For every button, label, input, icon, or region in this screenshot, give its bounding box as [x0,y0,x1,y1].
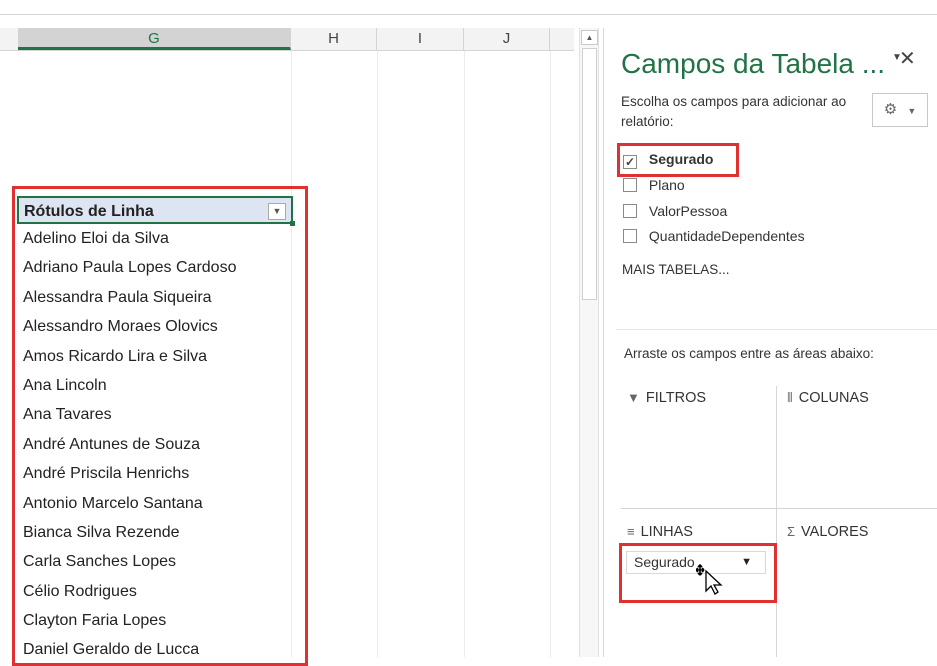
pivot-row[interactable]: Ana Lincoln [17,371,293,400]
column-header-i[interactable]: I [377,28,464,50]
checkbox-icon[interactable] [623,229,637,243]
pivot-row[interactable]: Amos Ricardo Lira e Silva [17,342,293,371]
area-values[interactable]: Σ VALORES [787,524,868,540]
pivot-row[interactable]: Alessandro Moraes Olovics [17,312,293,341]
pivot-row[interactable]: Clayton Faria Lopes [17,606,293,635]
column-header-h[interactable]: H [291,28,377,50]
column-header-g[interactable]: G [18,28,291,50]
pivot-row[interactable]: Alessandra Paula Siqueira [17,283,293,312]
more-tables-link[interactable]: MAIS TABELAS... [622,262,730,277]
highlight-box-field [617,143,739,177]
area-rows[interactable]: ≡ LINHAS [627,524,693,540]
checkbox-icon[interactable] [623,204,637,218]
pane-subtitle: Escolha os campos para adicionar ao rela… [621,94,847,129]
field-quantidadedependentes[interactable]: QuantidadeDependentes [623,225,805,247]
divider [616,329,937,330]
column-header-j[interactable]: J [464,28,550,50]
tools-button[interactable]: ⚙ ▼ [872,93,928,127]
filter-icon: ▼ [627,390,640,405]
chip-dropdown-icon[interactable]: ▼ [741,552,752,573]
selection-fill-handle[interactable] [290,221,295,226]
drag-hint: Arraste os campos entre as áreas abaixo: [624,346,874,361]
filter-dropdown-icon[interactable]: ▼ [268,203,286,220]
areas-divider-v [776,386,777,657]
area-columns[interactable]: ⦀ COLUNAS [787,390,869,406]
pivot-row[interactable]: Daniel Geraldo de Lucca [17,635,293,664]
pivot-row[interactable]: Antonio Marcelo Santana [17,489,293,518]
scroll-thumb[interactable] [582,48,597,300]
gear-icon: ⚙ [883,101,898,118]
checkbox-icon[interactable] [623,178,637,192]
pane-title: Campos da Tabela ... [621,48,886,79]
columns-icon: ⦀ [787,390,793,405]
column-headers: G H I J [0,28,574,51]
scroll-up-arrow-icon[interactable]: ▲ [581,30,598,45]
pivot-row[interactable]: Ana Tavares [17,400,293,429]
pivot-header-label: Rótulos de Linha [24,203,154,220]
field-label: ValorPessoa [648,203,728,219]
pivot-row[interactable]: Adelino Eloi da Silva [17,224,293,253]
area-rows-label: LINHAS [640,524,693,540]
vertical-scrollbar[interactable]: ▲ [579,28,599,657]
rows-icon: ≡ [627,524,635,539]
sigma-icon: Σ [787,524,796,539]
field-valorpessoa[interactable]: ValorPessoa [623,200,727,222]
pivot-row[interactable]: André Antunes de Souza [17,430,293,459]
move-cursor-icon [696,563,723,595]
pivot-fields-pane: Campos da Tabela ... ▼ ✕ Escolha os camp… [604,28,937,657]
ribbon-bottom-border [0,14,937,15]
chevron-down-icon: ▼ [907,106,917,116]
pivot-table: Rótulos de Linha ▼ Adelino Eloi da Silva… [17,196,295,665]
grid-line [464,51,465,657]
pivot-row-labels-header[interactable]: Rótulos de Linha ▼ [17,196,295,226]
area-values-label: VALORES [801,524,869,540]
close-icon[interactable]: ✕ [899,46,916,71]
pivot-row[interactable]: Carla Sanches Lopes [17,547,293,576]
pivot-row[interactable]: André Priscila Henrichs [17,459,293,488]
area-columns-label: COLUNAS [798,390,869,406]
area-filters[interactable]: ▼ FILTROS [627,390,706,406]
pivot-row[interactable]: Célio Rodrigues [17,577,293,606]
pivot-row[interactable]: Bianca Silva Rezende [17,518,293,547]
field-label: QuantidadeDependentes [648,228,805,244]
chip-label: Segurado [634,554,695,570]
field-label: Plano [648,177,685,193]
grid-line [377,51,378,657]
pivot-row[interactable]: Adriano Paula Lopes Cardoso [17,253,293,282]
area-filters-label: FILTROS [645,390,707,406]
grid-line [550,51,551,657]
areas-divider-h [621,508,937,509]
field-plano[interactable]: Plano [623,174,685,196]
